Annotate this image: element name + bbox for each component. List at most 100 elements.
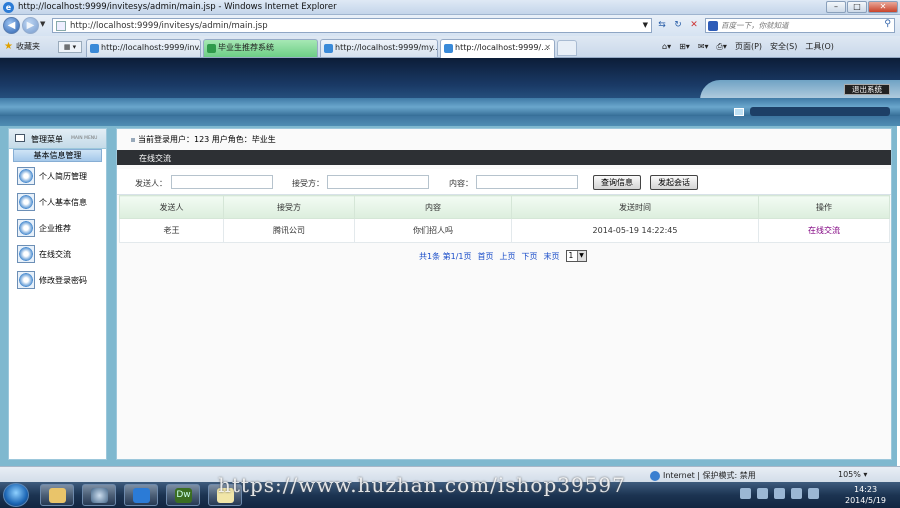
tab-3[interactable]: http://localhost:9999/my... [320,39,438,57]
search-form: 发送人： 接受方： 内容： 查询信息 发起会话 [117,169,891,195]
sidebar-item-basic-info[interactable]: 个人基本信息 [15,191,103,215]
refresh-icon[interactable]: ↻ [671,18,685,32]
taskbar-app[interactable] [82,484,116,506]
tab-label: http://localhost:9999/inv... [101,43,201,52]
pager-next[interactable]: 下页 [522,251,538,262]
page-select[interactable]: 1 ▼ [565,250,587,262]
globe-icon [650,470,660,481]
sidebar-item-chat[interactable]: 在线交流 [15,243,103,267]
logout-button[interactable]: 退出系统 [844,84,890,95]
page-menu[interactable]: 页面(P) [735,41,762,52]
taskbar-ie[interactable] [124,484,158,506]
taskbar-dreamweaver[interactable]: Dw [166,484,200,506]
gear-icon [17,219,35,237]
security-icon[interactable] [774,488,785,499]
feeds-icon[interactable]: ⊞▾ [679,42,690,51]
ie-icon: e [3,2,14,13]
minimize-button[interactable]: – [826,1,846,13]
sidebar-item-password[interactable]: 修改登录密码 [15,269,103,293]
address-text[interactable]: http://localhost:9999/invitesys/admin/ma… [70,21,268,31]
header-small-box [734,108,744,116]
back-button[interactable]: ◀ [3,17,20,34]
pager-prev[interactable]: 上页 [500,251,516,262]
clock[interactable]: 14:23 2014/5/19 [845,484,886,506]
tray-arrow-icon[interactable] [757,488,768,499]
sidebar-item-resume[interactable]: 个人简历管理 [15,165,103,189]
print-icon[interactable]: ⎙▾ [717,42,727,52]
pager: 共1条 第1/1页 首页 上页 下页 末页 1 ▼ [419,250,587,262]
favorites-button[interactable]: ★ 收藏夹 [4,41,40,52]
volume-icon[interactable] [808,488,819,499]
home-icon[interactable]: ⌂▾ [662,42,671,51]
sidebar-title-en: MAIN MENU [71,136,98,141]
pager-first[interactable]: 首页 [478,251,494,262]
address-toolbar: ◀ ▶ ▼ http://localhost:9999/invitesys/ad… [0,15,900,36]
maximize-button[interactable]: □ [847,1,867,13]
address-dropdown-icon[interactable]: ▼ [643,21,648,29]
chat-link[interactable]: 在线交流 [758,218,890,243]
tab-label: 毕业生推荐系统 [218,43,274,52]
header-bar [750,107,890,116]
sender-input[interactable] [171,175,273,189]
sidebar-item-label[interactable]: 个人简历管理 [39,171,87,182]
tab-label: http://localhost:9999/... [455,43,549,52]
page-select-value: 1 [568,251,574,260]
close-window-button[interactable]: ✕ [868,1,898,13]
zoom-level[interactable]: 105% ▾ [838,470,867,479]
close-tab-icon[interactable]: ✕ [544,40,551,56]
mail-icon[interactable]: ✉▾ [698,42,709,51]
start-chat-button[interactable]: 发起会话 [650,175,698,190]
sidebar-item-label[interactable]: 企业推荐 [39,223,71,234]
col-time: 发送时间 [511,195,759,219]
col-receiver: 接受方 [223,195,355,219]
gear-icon [17,193,35,211]
network-icon[interactable] [791,488,802,499]
content-label: 内容： [449,179,473,188]
col-content: 内容 [354,195,512,219]
taskbar-explorer[interactable] [40,484,74,506]
new-tab-button[interactable] [557,40,577,56]
cell-sender: 老王 [119,218,224,243]
dreamweaver-icon: Dw [175,488,192,503]
compat-view-icon[interactable]: ⇆ [655,18,669,32]
sidebar-section[interactable]: 基本信息管理 [13,149,102,162]
quick-tabs-icon[interactable]: ▦ ▾ [58,41,82,53]
start-button[interactable] [3,483,29,507]
watermark-text: https://www.huzhan.com/ishop39597 [218,473,626,497]
search-box[interactable]: ⚲ [705,18,895,33]
system-tray [740,488,819,499]
cell-receiver: 腾讯公司 [223,218,355,243]
security-zone[interactable]: Internet | 保护模式: 禁用 [650,470,756,481]
section-title: 在线交流 [139,154,171,163]
table-row: 老王 腾讯公司 你们招人吗 2014-05-19 14:22:45 在线交流 [119,218,890,243]
history-dropdown-icon[interactable]: ▼ [40,20,45,28]
tab-2[interactable]: 毕业生推荐系统 [203,39,318,57]
receiver-input[interactable] [327,175,429,189]
app-header: 退出系统 [0,58,900,126]
folder-icon [49,488,66,503]
tab-label: http://localhost:9999/my... [335,43,438,52]
search-input[interactable] [721,20,876,31]
sidebar-item-label[interactable]: 个人基本信息 [39,197,87,208]
page-icon [56,21,66,31]
gear-icon [17,271,35,289]
menu-icon [15,134,25,142]
tab-4[interactable]: http://localhost:9999/... ✕ [440,39,555,58]
address-bar[interactable]: http://localhost:9999/invitesys/admin/ma… [52,18,652,33]
cell-time: 2014-05-19 14:22:45 [511,218,759,243]
keyboard-icon[interactable] [740,488,751,499]
forward-button[interactable]: ▶ [22,17,39,34]
query-button[interactable]: 查询信息 [593,175,641,190]
pager-summary: 共1条 第1/1页 [419,251,472,261]
pager-last[interactable]: 末页 [544,251,560,262]
tab-1[interactable]: http://localhost:9999/inv... [86,39,201,57]
sidebar-item-label[interactable]: 修改登录密码 [39,275,87,286]
sidebar-item-label[interactable]: 在线交流 [39,249,71,260]
content-input[interactable] [476,175,578,189]
search-icon[interactable]: ⚲ [884,19,891,29]
sender-label: 发送人： [135,179,167,188]
sidebar-item-enterprise[interactable]: 企业推荐 [15,217,103,241]
tools-menu[interactable]: 工具(O) [805,41,834,52]
safety-menu[interactable]: 安全(S) [770,41,797,52]
stop-icon[interactable]: ✕ [687,18,701,32]
